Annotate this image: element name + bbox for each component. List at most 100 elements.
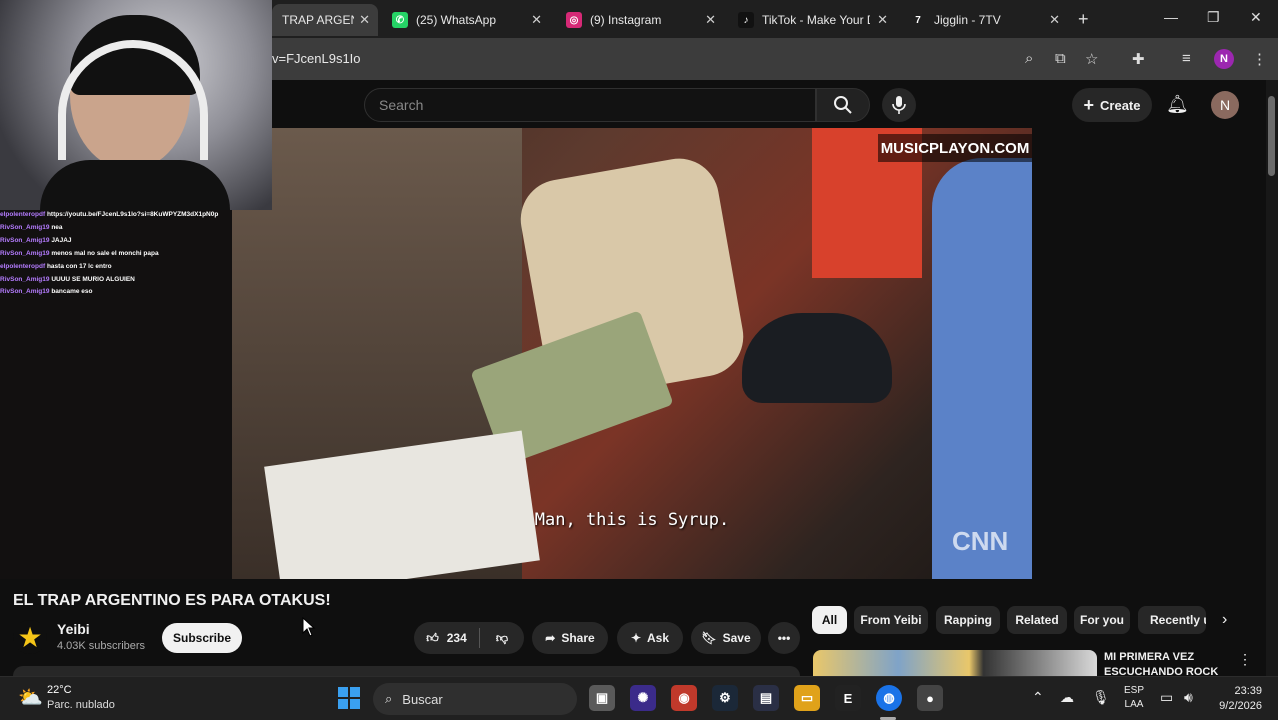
account-avatar[interactable]: N <box>1211 91 1239 119</box>
tab-instagram[interactable]: ◎ (9) Instagram ✕ <box>556 6 724 34</box>
taskbar-search-label: Buscar <box>402 691 443 707</box>
sparkle-icon: ✦ <box>630 631 642 645</box>
epic-games-icon[interactable]: E <box>835 685 861 711</box>
weather-temperature[interactable]: 22°C <box>47 684 72 696</box>
weather-cloud-icon[interactable]: ⛅ <box>18 685 43 710</box>
bookmark-star-icon[interactable]: ☆ <box>1085 50 1098 68</box>
language-indicator[interactable]: ESP LAA <box>1124 684 1144 712</box>
tab-title: (9) Instagram <box>590 13 662 27</box>
system-clock[interactable]: 23:39 9/2/2026 <box>1206 684 1262 714</box>
new-tab-icon[interactable]: + <box>1078 9 1089 30</box>
share-button[interactable]: ➦ Share <box>532 622 608 654</box>
tray-microphone-icon[interactable]: 🎙︎ <box>1092 689 1110 706</box>
save-label: Save <box>722 631 751 645</box>
among-us-icon[interactable]: ◉ <box>671 685 697 711</box>
zoom-icon[interactable]: ⌕ <box>1025 50 1033 67</box>
dislike-button[interactable]: 👎︎ <box>480 631 524 646</box>
recommendation-menu-icon[interactable]: ⋮ <box>1238 651 1252 668</box>
tab-title: (25) WhatsApp <box>416 13 497 27</box>
chip-rapping[interactable]: Rapping <box>936 606 1000 634</box>
cnn-logo: CNN <box>952 526 1009 556</box>
video-player[interactable]: MUSICPLAYON.COM Man, this is Syrup. CNN <box>232 128 1032 579</box>
tray-display-icon[interactable]: ▭ <box>1160 689 1173 706</box>
search-input[interactable]: Search <box>364 88 816 122</box>
task-view-icon[interactable]: ▣ <box>589 685 615 711</box>
chat-message: elpolenteropdf https://youtu.be/FJcenL9s… <box>0 209 240 222</box>
clock-time: 23:39 <box>1234 685 1262 697</box>
tab-tiktok[interactable]: ♪ TikTok - Make Your D ✕ <box>728 6 896 34</box>
recommendation-thumbnail[interactable] <box>813 650 1097 676</box>
steam-icon[interactable]: ⚙ <box>712 685 738 711</box>
install-icon[interactable]: ⧉ <box>1055 50 1066 67</box>
minimize-icon[interactable]: — <box>1164 9 1178 25</box>
video-subtitle: Man, this is Syrup. <box>534 510 730 530</box>
chat-text: JAJAJ <box>51 236 72 244</box>
share-arrow-icon: ➦ <box>545 631 556 645</box>
file-explorer-icon[interactable]: ▭ <box>794 685 820 711</box>
streamlabs-icon[interactable]: ▤ <box>753 685 779 711</box>
chrome-icon[interactable]: ◍ <box>876 685 902 711</box>
screen: TRAP ARGENTINO ✕ ✆ (25) WhatsApp ✕ ◎ (9)… <box>0 0 1278 720</box>
description-box[interactable] <box>13 666 800 676</box>
close-tab-icon[interactable]: ✕ <box>359 12 370 28</box>
channel-avatar[interactable]: ★ <box>13 620 47 654</box>
search-button[interactable] <box>816 88 870 122</box>
extensions-icon[interactable]: ✚ <box>1132 50 1145 68</box>
close-window-icon[interactable]: ✕ <box>1250 9 1262 26</box>
app-star-icon[interactable]: ✺ <box>630 685 656 711</box>
close-tab-icon[interactable]: ✕ <box>1049 12 1060 28</box>
notifications-bell-icon[interactable]: 🔔︎ <box>1166 94 1189 115</box>
like-dislike-bar: 👍︎ 234 👎︎ <box>414 622 524 654</box>
thumbs-down-icon: 👎︎ <box>495 630 509 645</box>
chip-all[interactable]: All <box>812 606 847 634</box>
app-notification-icon[interactable]: ● <box>917 685 943 711</box>
windows-start-icon[interactable] <box>338 687 360 709</box>
thumbs-up-icon: 👍︎ <box>426 630 439 645</box>
tray-volume-icon[interactable]: 🔊︎ <box>1184 689 1193 706</box>
chip-recently-uploaded[interactable]: Recently u <box>1138 606 1206 634</box>
chat-text: nea <box>51 223 63 231</box>
tray-chevron-up-icon[interactable]: ⌃ <box>1032 689 1044 706</box>
subscribe-button[interactable]: Subscribe <box>162 623 242 653</box>
tab-7tv[interactable]: 7 Jigglin - 7TV ✕ <box>900 6 1068 34</box>
tab-whatsapp[interactable]: ✆ (25) WhatsApp ✕ <box>382 6 550 34</box>
scrollbar-thumb[interactable] <box>1268 96 1275 176</box>
restore-icon[interactable]: ❐ <box>1207 9 1220 26</box>
close-tab-icon[interactable]: ✕ <box>877 12 888 28</box>
address-bar[interactable]: v=FJcenL9s1Io <box>272 51 361 66</box>
chip-from-yeibi[interactable]: From Yeibi <box>854 606 928 634</box>
chat-message: elpolenteropdf hasta con 17 lc entro <box>0 261 240 274</box>
search-icon <box>834 96 852 114</box>
tab-youtube[interactable]: TRAP ARGENTINO ✕ <box>272 4 378 36</box>
tab-title: TRAP ARGENTINO <box>282 13 354 27</box>
recommendation-title[interactable]: MI PRIMERA VEZ ESCUCHANDO ROCK <box>1104 650 1224 676</box>
chat-text: bancame eso <box>51 288 93 296</box>
more-actions-button[interactable]: ••• <box>768 622 800 654</box>
ask-label: Ask <box>647 631 670 645</box>
create-button[interactable]: + Create <box>1072 88 1152 122</box>
kebab-menu-icon[interactable]: ⋮ <box>1252 50 1267 68</box>
ask-button[interactable]: ✦ Ask <box>617 622 683 654</box>
tiktok-icon: ♪ <box>738 12 754 28</box>
chat-message: RivSon_Amig19 JAJAJ <box>0 235 240 248</box>
chat-message: RivSon_Amig19 nea <box>0 222 240 235</box>
microphone-icon <box>892 96 906 114</box>
voice-search-button[interactable] <box>882 88 916 122</box>
page-background-right <box>1032 128 1264 579</box>
weather-description[interactable]: Parc. nublado <box>47 699 115 711</box>
chat-text: https://youtu.be/FJcenL9s1Io?si=8KuWPYZM… <box>46 211 219 218</box>
chevron-right-icon[interactable]: › <box>1222 611 1227 629</box>
chip-for-you[interactable]: For you <box>1074 606 1130 634</box>
chip-related[interactable]: Related <box>1007 606 1067 634</box>
save-button[interactable]: 🔖︎ Save <box>691 622 761 654</box>
close-tab-icon[interactable]: ✕ <box>705 12 716 28</box>
channel-name[interactable]: Yeibi <box>57 621 90 637</box>
chat-username: elpolenteropdf <box>0 211 46 218</box>
streamer-shirt <box>40 160 230 210</box>
tray-cloud-icon[interactable]: ☁ <box>1060 689 1074 706</box>
like-button[interactable]: 👍︎ 234 <box>414 628 480 648</box>
profile-avatar[interactable]: N <box>1214 49 1234 69</box>
taskbar-search-input[interactable]: ⌕ Buscar <box>373 683 577 715</box>
close-tab-icon[interactable]: ✕ <box>531 12 542 28</box>
media-controls-icon[interactable]: ≡ <box>1182 50 1191 67</box>
